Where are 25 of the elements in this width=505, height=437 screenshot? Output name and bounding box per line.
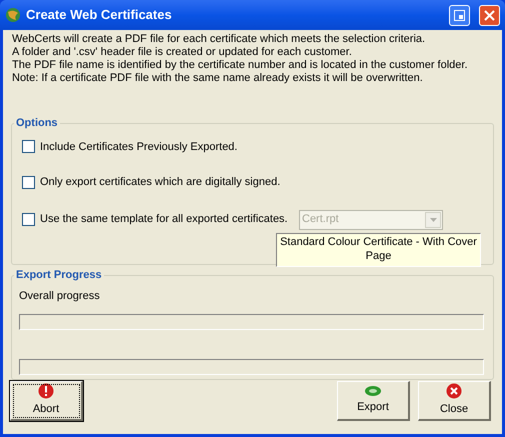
intro-text: Note: If a certificate PDF file with the same name already exists it will be overwritten. <box>12 72 424 85</box>
close-button[interactable] <box>479 4 500 26</box>
checkbox-option[interactable]: Use the same template for all exported certificates. <box>22 211 292 228</box>
window-icon <box>454 10 465 20</box>
checkbox-option[interactable]: Include Certificates Previously Exported. <box>22 138 292 155</box>
intro-text: The PDF file name is identified by the certificate number and is located in the customer folder. <box>12 59 469 72</box>
checkbox-option[interactable]: Only export certificates which are digitally signed. <box>22 174 292 190</box>
dropdown-arrow-icon <box>430 218 436 222</box>
checkbox[interactable] <box>22 213 35 226</box>
window-title: Create Web Certificates <box>26 6 173 24</box>
restore-button[interactable] <box>449 4 470 26</box>
intro-text: A folder and '.csv' header file is created or updated for each customer. <box>12 46 353 59</box>
checkbox[interactable] <box>22 176 35 189</box>
export-button[interactable]: Export <box>337 381 410 421</box>
close-icon <box>446 383 462 400</box>
exclamation-icon <box>38 383 54 400</box>
group-title: Options <box>15 116 59 131</box>
intro-text: WebCerts will create a PDF file for each certificate which meets the selection criteria. <box>12 33 426 46</box>
close-button[interactable]: Close <box>418 381 491 421</box>
group-title: Export Progress <box>15 268 103 283</box>
template-description: Standard Colour Certificate - With Cover Page <box>276 232 481 266</box>
abort-button[interactable]: Abort <box>10 381 83 421</box>
checkbox[interactable] <box>22 140 35 154</box>
close-icon <box>484 10 495 20</box>
progress-label: Overall progress <box>19 288 101 304</box>
